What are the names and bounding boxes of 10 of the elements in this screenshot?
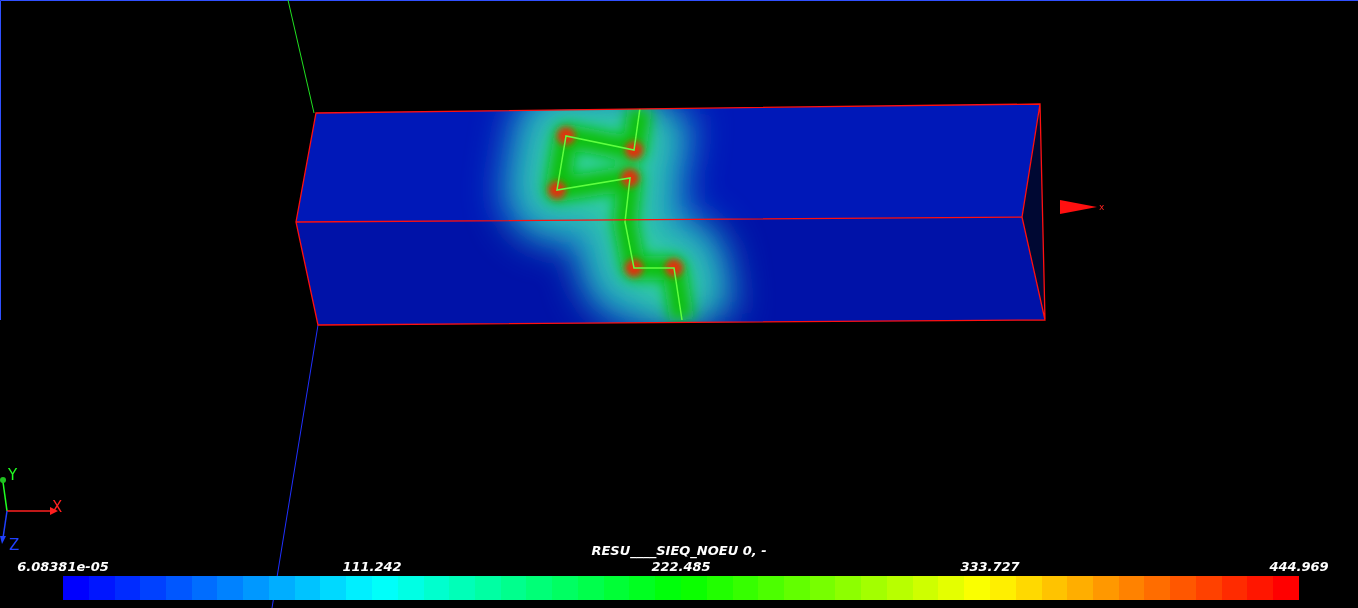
scalar-bar-title: RESU____SIEQ_NOEU 0, - [591,543,767,559]
scale-tick-label: 444.969 [1269,559,1329,575]
scale-tick-label: 333.727 [960,559,1020,575]
scale-tick-label: 222.485 [651,559,711,575]
scale-tick-label: 111.242 [342,559,402,575]
axis-label: Y [8,466,18,484]
axis-label: Z [9,536,20,554]
scale-tick-label: 6.08381e-05 [17,559,109,575]
axis-label: x [1099,202,1105,212]
x-arrow-cone-icon [1060,200,1097,214]
